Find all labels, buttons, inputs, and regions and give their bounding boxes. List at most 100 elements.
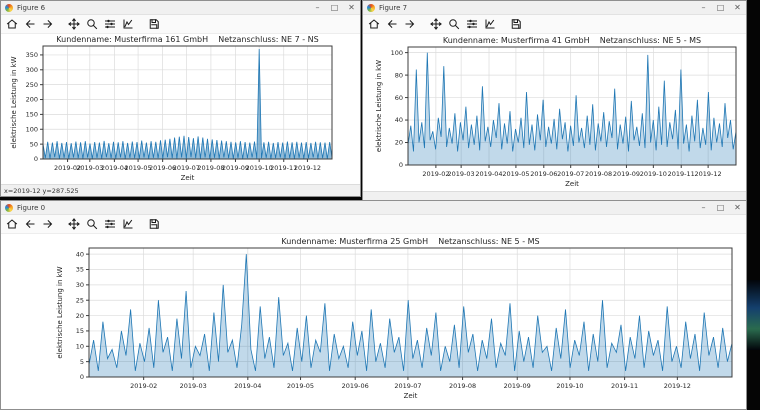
figure-canvas[interactable]: 0501001502002503003502019-022019-032019-… [1,34,360,184]
window-title: Figure 0 [17,204,695,212]
svg-text:0: 0 [80,373,84,381]
figure-window-7: Figure 7 –□✕ 0204060801002019-022019-032… [362,0,747,201]
back-icon[interactable] [24,18,36,30]
svg-text:300: 300 [26,66,38,74]
svg-text:5: 5 [80,358,84,366]
svg-text:Zeit: Zeit [565,180,579,188]
window-controls: –□✕ [695,1,746,14]
customize-icon[interactable] [122,18,134,30]
zoom-icon[interactable] [448,18,460,30]
home-icon[interactable] [6,18,18,30]
forward-icon[interactable] [42,18,54,30]
save-icon[interactable] [148,218,160,230]
pan-icon[interactable] [68,218,80,230]
svg-text:2019-08: 2019-08 [585,170,612,178]
svg-text:2019-05: 2019-05 [287,382,314,390]
window-controls: –□✕ [309,1,360,14]
svg-text:2019-03: 2019-03 [180,382,207,390]
zoom-icon[interactable] [86,218,98,230]
forward-icon[interactable] [42,218,54,230]
svg-text:2019-12: 2019-12 [695,170,722,178]
svg-text:2019-02: 2019-02 [422,170,449,178]
subplots-icon[interactable] [466,18,478,30]
svg-text:Zeit: Zeit [404,392,418,400]
svg-text:2019-03: 2019-03 [76,164,103,172]
figure-canvas[interactable]: 0204060801002019-022019-032019-042019-05… [363,34,746,191]
svg-text:Kundenname: Musterfirma 161 Gm: Kundenname: Musterfirma 161 GmbH Netzans… [56,35,318,44]
svg-text:2019-11: 2019-11 [668,170,695,178]
svg-text:2019-09: 2019-09 [613,170,640,178]
svg-text:2019-04: 2019-04 [475,170,502,178]
svg-text:40: 40 [76,250,84,258]
figure-canvas[interactable]: 05101520253035402019-022019-032019-04201… [1,234,746,409]
svg-text:350: 350 [26,51,38,59]
figure-window-6: Figure 6 –□✕ 0501001502002503003502019-0… [0,0,361,197]
close-button[interactable]: ✕ [729,1,746,14]
home-icon[interactable] [368,18,380,30]
svg-text:40: 40 [395,116,403,124]
svg-text:2019-12: 2019-12 [664,382,691,390]
svg-text:2019-05: 2019-05 [502,170,529,178]
window-titlebar[interactable]: Figure 7 –□✕ [363,1,746,15]
svg-text:100: 100 [391,49,403,57]
back-icon[interactable] [24,218,36,230]
desktop-wallpaper [747,280,760,350]
svg-text:0: 0 [34,155,38,163]
pan-icon[interactable] [430,18,442,30]
svg-text:Kundenname: Musterfirma 41 Gmb: Kundenname: Musterfirma 41 GmbH Netzansc… [443,36,701,45]
matplotlib-icon [5,4,13,12]
svg-text:35: 35 [76,266,84,274]
close-button[interactable]: ✕ [343,1,360,14]
svg-text:2019-10: 2019-10 [640,170,667,178]
subplots-icon[interactable] [104,218,116,230]
figure-toolbar [1,15,360,34]
svg-text:30: 30 [76,281,84,289]
maximize-button[interactable]: □ [326,1,343,14]
figure-plot: 0204060801002019-022019-032019-042019-05… [363,34,746,191]
svg-text:2019-03: 2019-03 [448,170,475,178]
back-icon[interactable] [386,18,398,30]
figure-toolbar [363,15,746,34]
customize-icon[interactable] [122,218,134,230]
maximize-button[interactable]: □ [712,201,729,214]
figure-toolbar [1,215,746,234]
matplotlib-icon [5,204,13,212]
svg-text:2019-07: 2019-07 [557,170,584,178]
status-bar: x=2019-12 y=287.525 [1,184,360,196]
svg-text:elektrische Leistung in kW: elektrische Leistung in kW [56,266,64,358]
minimize-button[interactable]: – [309,1,326,14]
svg-text:2019-09: 2019-09 [504,382,531,390]
svg-text:2019-06: 2019-06 [530,170,557,178]
minimize-button[interactable]: – [695,201,712,214]
svg-text:200: 200 [26,96,38,104]
forward-icon[interactable] [404,18,416,30]
svg-text:2019-04: 2019-04 [234,382,261,390]
svg-text:2019-08: 2019-08 [449,382,476,390]
svg-text:2019-07: 2019-07 [394,382,421,390]
matplotlib-icon [367,4,375,12]
minimize-button[interactable]: – [695,1,712,14]
svg-text:50: 50 [30,140,38,148]
svg-text:20: 20 [76,312,84,320]
maximize-button[interactable]: □ [712,1,729,14]
close-button[interactable]: ✕ [729,201,746,214]
subplots-icon[interactable] [104,18,116,30]
window-title: Figure 7 [379,4,695,12]
svg-text:2019-10: 2019-10 [556,382,583,390]
svg-text:0: 0 [399,161,403,169]
save-icon[interactable] [148,18,160,30]
window-controls: –□✕ [695,201,746,214]
svg-text:Zeit: Zeit [181,174,195,182]
customize-icon[interactable] [484,18,496,30]
save-icon[interactable] [510,18,522,30]
home-icon[interactable] [6,218,18,230]
zoom-icon[interactable] [86,18,98,30]
svg-text:2019-06: 2019-06 [342,382,369,390]
window-titlebar[interactable]: Figure 0 –□✕ [1,201,746,215]
svg-text:80: 80 [395,71,403,79]
pan-icon[interactable] [68,18,80,30]
window-titlebar[interactable]: Figure 6 –□✕ [1,1,360,15]
cursor-coordinates: x=2019-12 y=287.525 [4,187,79,195]
svg-text:100: 100 [26,126,38,134]
svg-text:elektrische Leistung in kW: elektrische Leistung in kW [10,56,18,148]
